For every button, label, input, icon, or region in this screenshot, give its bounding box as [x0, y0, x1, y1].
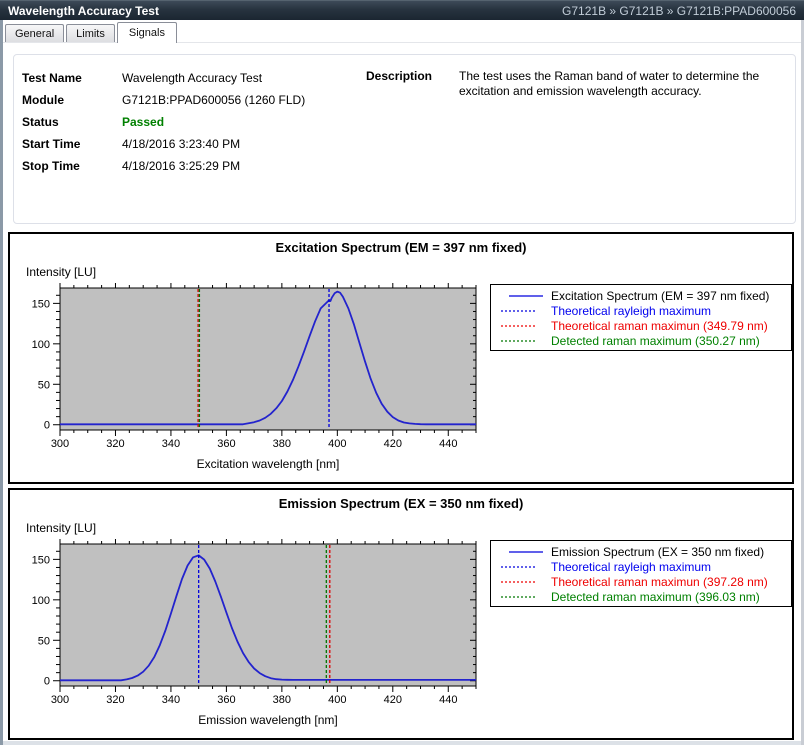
status-badge: Passed [122, 115, 164, 129]
emission-chart-title: Emission Spectrum (EX = 350 nm fixed) [10, 496, 792, 511]
tab-signals[interactable]: Signals [117, 22, 177, 43]
y-tick-label: 150 [32, 554, 50, 566]
legend-item: Theoretical rayleigh maximum [499, 559, 791, 574]
info-row-test-name: Test Name Wavelength Accuracy Test [22, 67, 305, 89]
legend-label: Theoretical raman maximun (349.79 nm) [551, 319, 768, 333]
legend-line-icon [499, 545, 545, 558]
x-tick-label: 400 [328, 694, 346, 706]
x-tick-label: 300 [51, 438, 69, 450]
legend-item: Detected raman maximum (396.03 nm) [499, 589, 791, 604]
x-axis-label: Excitation wavelength [nm] [197, 457, 340, 471]
start-time-value: 4/18/2016 3:23:40 PM [122, 137, 240, 151]
description-text: The test uses the Raman band of water to… [459, 69, 786, 99]
x-tick-label: 420 [384, 438, 402, 450]
info-row-start-time: Start Time 4/18/2016 3:23:40 PM [22, 133, 305, 155]
breadcrumb: G7121B » G7121B » G7121B:PPAD600056 [562, 4, 796, 18]
test-info-rows: Test Name Wavelength Accuracy Test Modul… [22, 67, 305, 177]
x-tick-label: 340 [162, 694, 180, 706]
module-label: Module [22, 93, 122, 107]
x-tick-label: 320 [106, 438, 124, 450]
plot-area [60, 288, 476, 430]
x-tick-label: 380 [273, 694, 291, 706]
x-tick-label: 320 [106, 694, 124, 706]
legend-label: Excitation Spectrum (EM = 397 nm fixed) [551, 289, 769, 303]
window-border-left [0, 20, 3, 745]
x-tick-label: 440 [439, 438, 457, 450]
legend-line-icon [499, 334, 545, 347]
y-tick-label: 0 [44, 676, 50, 688]
legend-item: Excitation Spectrum (EM = 397 nm fixed) [499, 288, 791, 303]
legend-label: Detected raman maximum (396.03 nm) [551, 590, 760, 604]
title-bar: Wavelength Accuracy Test G7121B » G7121B… [0, 0, 804, 20]
legend-label: Emission Spectrum (EX = 350 nm fixed) [551, 545, 764, 559]
excitation-spectrum-panel: Excitation Spectrum (EM = 397 nm fixed) … [8, 232, 794, 484]
legend-label: Theoretical rayleigh maximum [551, 560, 711, 574]
status-label: Status [22, 115, 122, 129]
excitation-legend: Excitation Spectrum (EM = 397 nm fixed)T… [490, 284, 792, 351]
test-info-panel: Test Name Wavelength Accuracy Test Modul… [13, 54, 796, 224]
info-row-module: Module G7121B:PPAD600056 (1260 FLD) [22, 89, 305, 111]
tab-general[interactable]: General [5, 24, 64, 42]
x-tick-label: 400 [328, 438, 346, 450]
legend-line-icon [499, 304, 545, 317]
y-tick-label: 50 [38, 379, 50, 391]
legend-label: Theoretical raman maximun (397.28 nm) [551, 575, 768, 589]
start-time-label: Start Time [22, 137, 122, 151]
plot-area [60, 544, 476, 686]
legend-item: Theoretical raman maximun (397.28 nm) [499, 574, 791, 589]
excitation-chart-title: Excitation Spectrum (EM = 397 nm fixed) [10, 240, 792, 255]
x-tick-label: 380 [273, 438, 291, 450]
y-axis-label: Intensity [LU] [26, 521, 96, 535]
y-tick-label: 100 [32, 595, 50, 607]
y-tick-label: 150 [32, 298, 50, 310]
y-tick-label: 0 [44, 420, 50, 432]
test-name-value: Wavelength Accuracy Test [122, 71, 262, 85]
y-tick-label: 100 [32, 339, 50, 351]
test-name-label: Test Name [22, 71, 122, 85]
tab-limits[interactable]: Limits [66, 24, 115, 42]
x-tick-label: 440 [439, 694, 457, 706]
module-value: G7121B:PPAD600056 (1260 FLD) [122, 93, 305, 107]
legend-label: Detected raman maximum (350.27 nm) [551, 334, 760, 348]
x-axis-label: Emission wavelength [nm] [198, 713, 337, 727]
legend-line-icon [499, 575, 545, 588]
legend-label: Theoretical rayleigh maximum [551, 304, 711, 318]
x-tick-label: 300 [51, 694, 69, 706]
window-border-bottom [3, 741, 801, 745]
emission-chart: 300 320 340 360 380 400 420 440 0 50 100 150 Intensi… [10, 512, 490, 740]
window-title: Wavelength Accuracy Test [8, 4, 159, 18]
legend-item: Theoretical raman maximun (349.79 nm) [499, 318, 791, 333]
legend-line-icon [499, 319, 545, 332]
legend-line-icon [499, 289, 545, 302]
emission-spectrum-panel: Emission Spectrum (EX = 350 nm fixed) 30… [8, 488, 794, 740]
x-tick-label: 420 [384, 694, 402, 706]
legend-item: Theoretical rayleigh maximum [499, 303, 791, 318]
y-tick-label: 50 [38, 635, 50, 647]
stop-time-value: 4/18/2016 3:25:29 PM [122, 159, 240, 173]
legend-item: Detected raman maximum (350.27 nm) [499, 333, 791, 348]
legend-line-icon [499, 560, 545, 573]
x-tick-label: 340 [162, 438, 180, 450]
x-tick-label: 360 [217, 694, 235, 706]
emission-legend: Emission Spectrum (EX = 350 nm fixed)The… [490, 540, 792, 607]
legend-item: Emission Spectrum (EX = 350 nm fixed) [499, 544, 791, 559]
x-tick-label: 360 [217, 438, 235, 450]
y-axis-label: Intensity [LU] [26, 265, 96, 279]
stop-time-label: Stop Time [22, 159, 122, 173]
tab-strip: General Limits Signals [3, 21, 801, 43]
excitation-chart: 300 320 340 360 380 400 420 440 0 50 100 150 Intensi… [10, 256, 490, 484]
info-row-stop-time: Stop Time 4/18/2016 3:25:29 PM [22, 155, 305, 177]
description-block: Description The test uses the Raman band… [366, 69, 786, 99]
info-row-status: Status Passed [22, 111, 305, 133]
description-label: Description [366, 69, 459, 99]
legend-line-icon [499, 590, 545, 603]
